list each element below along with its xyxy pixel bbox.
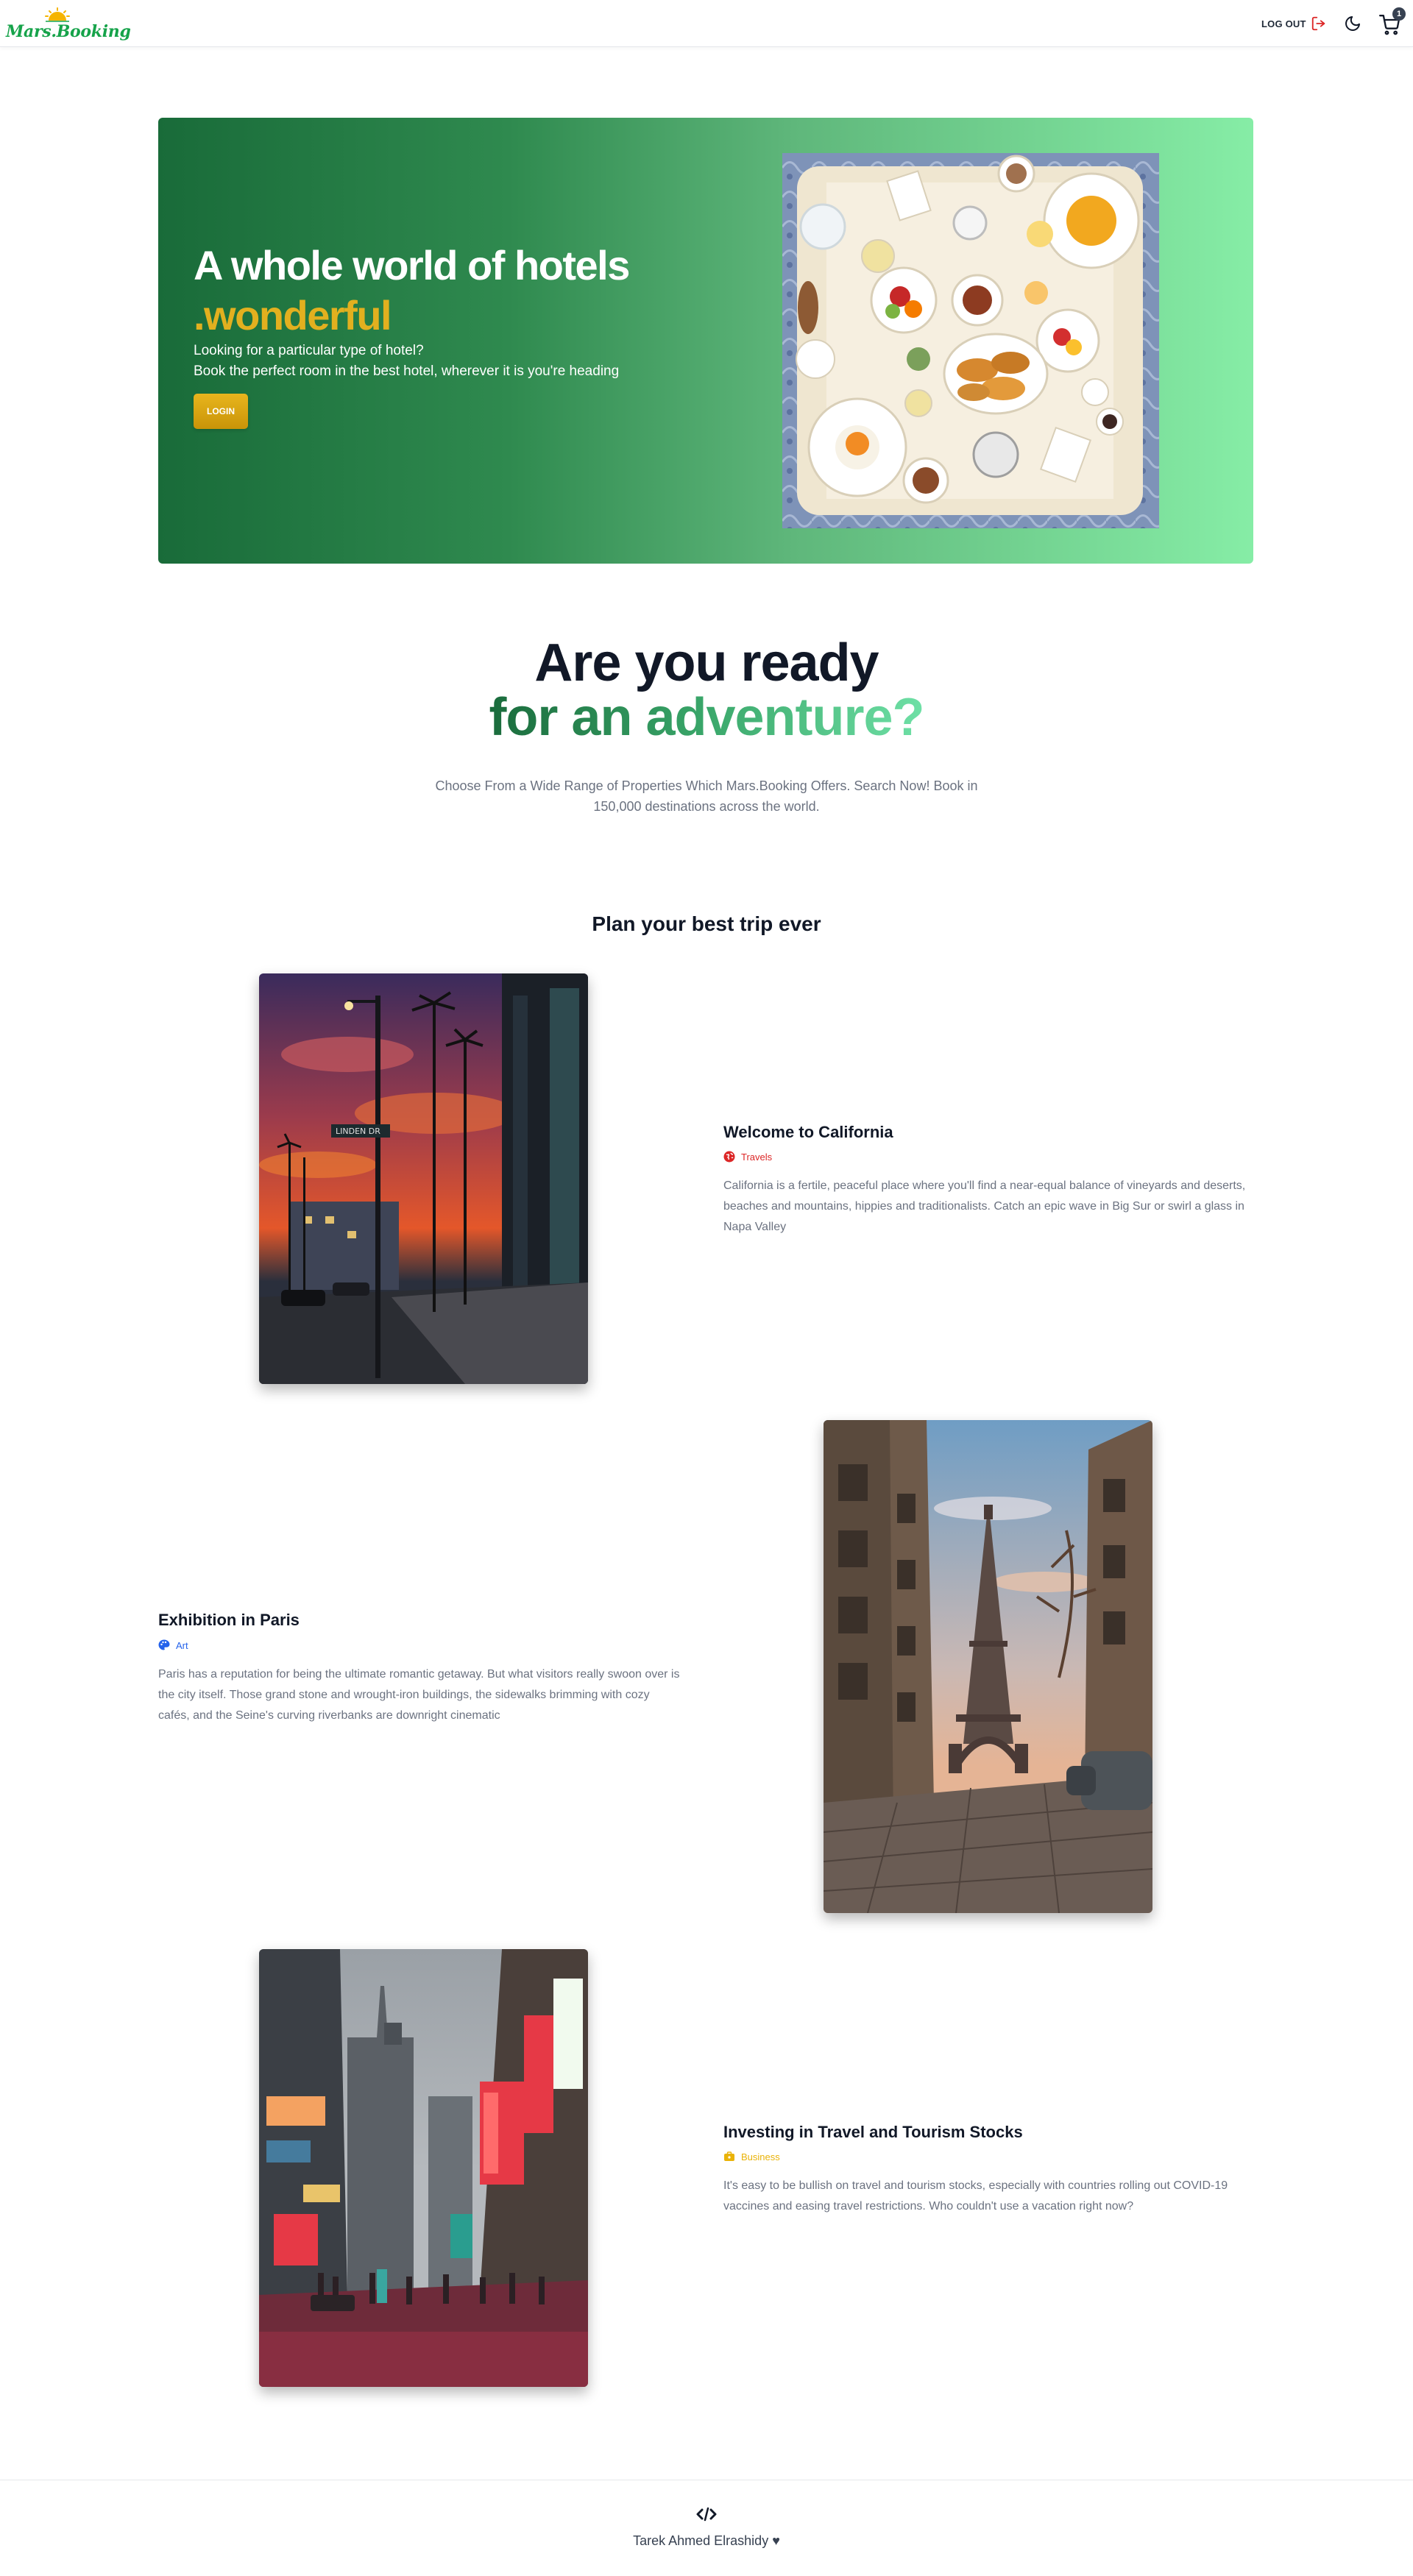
paris-photo[interactable]: [824, 1420, 1152, 1913]
briefcase-icon: [724, 2151, 734, 2161]
hero-subtitle: .wonderful: [194, 292, 392, 338]
trip-category-label: Travels: [741, 1151, 773, 1163]
logout-icon: [1311, 16, 1325, 31]
trip-description-investing: It's easy to be bullish on travel and to…: [723, 2179, 1228, 2213]
trip-category-travels[interactable]: Travels: [723, 1151, 772, 1163]
adventure-description: Choose From a Wide Range of Properties W…: [435, 778, 978, 814]
hero-text-line2: Book the perfect room in the best hotel,…: [194, 363, 620, 379]
adventure-heading-line1: Are you ready: [534, 634, 879, 692]
page: Mars.Booking LOG OUT 1 A whole world of …: [0, 0, 1413, 2576]
sun-icon: [45, 7, 70, 22]
hero-banner: A whole world of hotels .wonderful Looki…: [158, 118, 1253, 564]
top-navbar: Mars.Booking LOG OUT 1: [0, 0, 1413, 47]
trip-category-label: Business: [741, 2151, 780, 2162]
globe-icon: [723, 1151, 735, 1163]
footer-credit: Tarek Ahmed Elrashidy ♥: [633, 2533, 780, 2548]
california-photo[interactable]: LINDEN DR: [259, 973, 588, 1384]
cart-count-badge: 1: [1392, 7, 1406, 21]
trip-title-paris: Exhibition in Paris: [158, 1611, 300, 1629]
trip-description-california: California is a fertile, peaceful place …: [723, 1179, 1246, 1233]
plan-section-title: Plan your best trip ever: [592, 912, 821, 935]
breakfast-table-photo: [782, 153, 1159, 528]
times-square-photo[interactable]: [259, 1949, 588, 2387]
moon-icon: [1345, 16, 1360, 31]
hero-text-line1: Looking for a particular type of hotel?: [194, 343, 424, 358]
svg-text:LINDEN DR: LINDEN DR: [336, 1126, 380, 1136]
trip-title-investing: Investing in Travel and Tourism Stocks: [723, 2123, 1023, 2141]
trip-category-label: Art: [176, 1639, 188, 1651]
theme-toggle-button[interactable]: [1341, 12, 1364, 35]
brand-name: Mars.Booking: [6, 22, 131, 41]
trip-category-business[interactable]: Business: [723, 2151, 780, 2162]
trip-category-art[interactable]: Art: [158, 1639, 188, 1651]
login-button[interactable]: LOGIN: [194, 394, 248, 429]
trip-title-california: Welcome to California: [723, 1123, 893, 1141]
brand-logo[interactable]: Mars.Booking: [6, 4, 131, 43]
page-footer: Tarek Ahmed Elrashidy ♥: [0, 2480, 1413, 2576]
trip-description-paris: Paris has a reputation for being the ult…: [158, 1668, 680, 1722]
code-icon: [696, 2507, 717, 2522]
hero-title: A whole world of hotels: [194, 242, 630, 288]
logout-label: LOG OUT: [1261, 18, 1306, 29]
adventure-heading-gradient-text: for an adventure?: [489, 688, 924, 747]
adventure-heading-line2: for an adventure?: [0, 687, 1413, 748]
logout-button[interactable]: LOG OUT: [1261, 15, 1327, 32]
palette-icon: [158, 1639, 170, 1650]
cart-button[interactable]: 1: [1376, 7, 1406, 37]
